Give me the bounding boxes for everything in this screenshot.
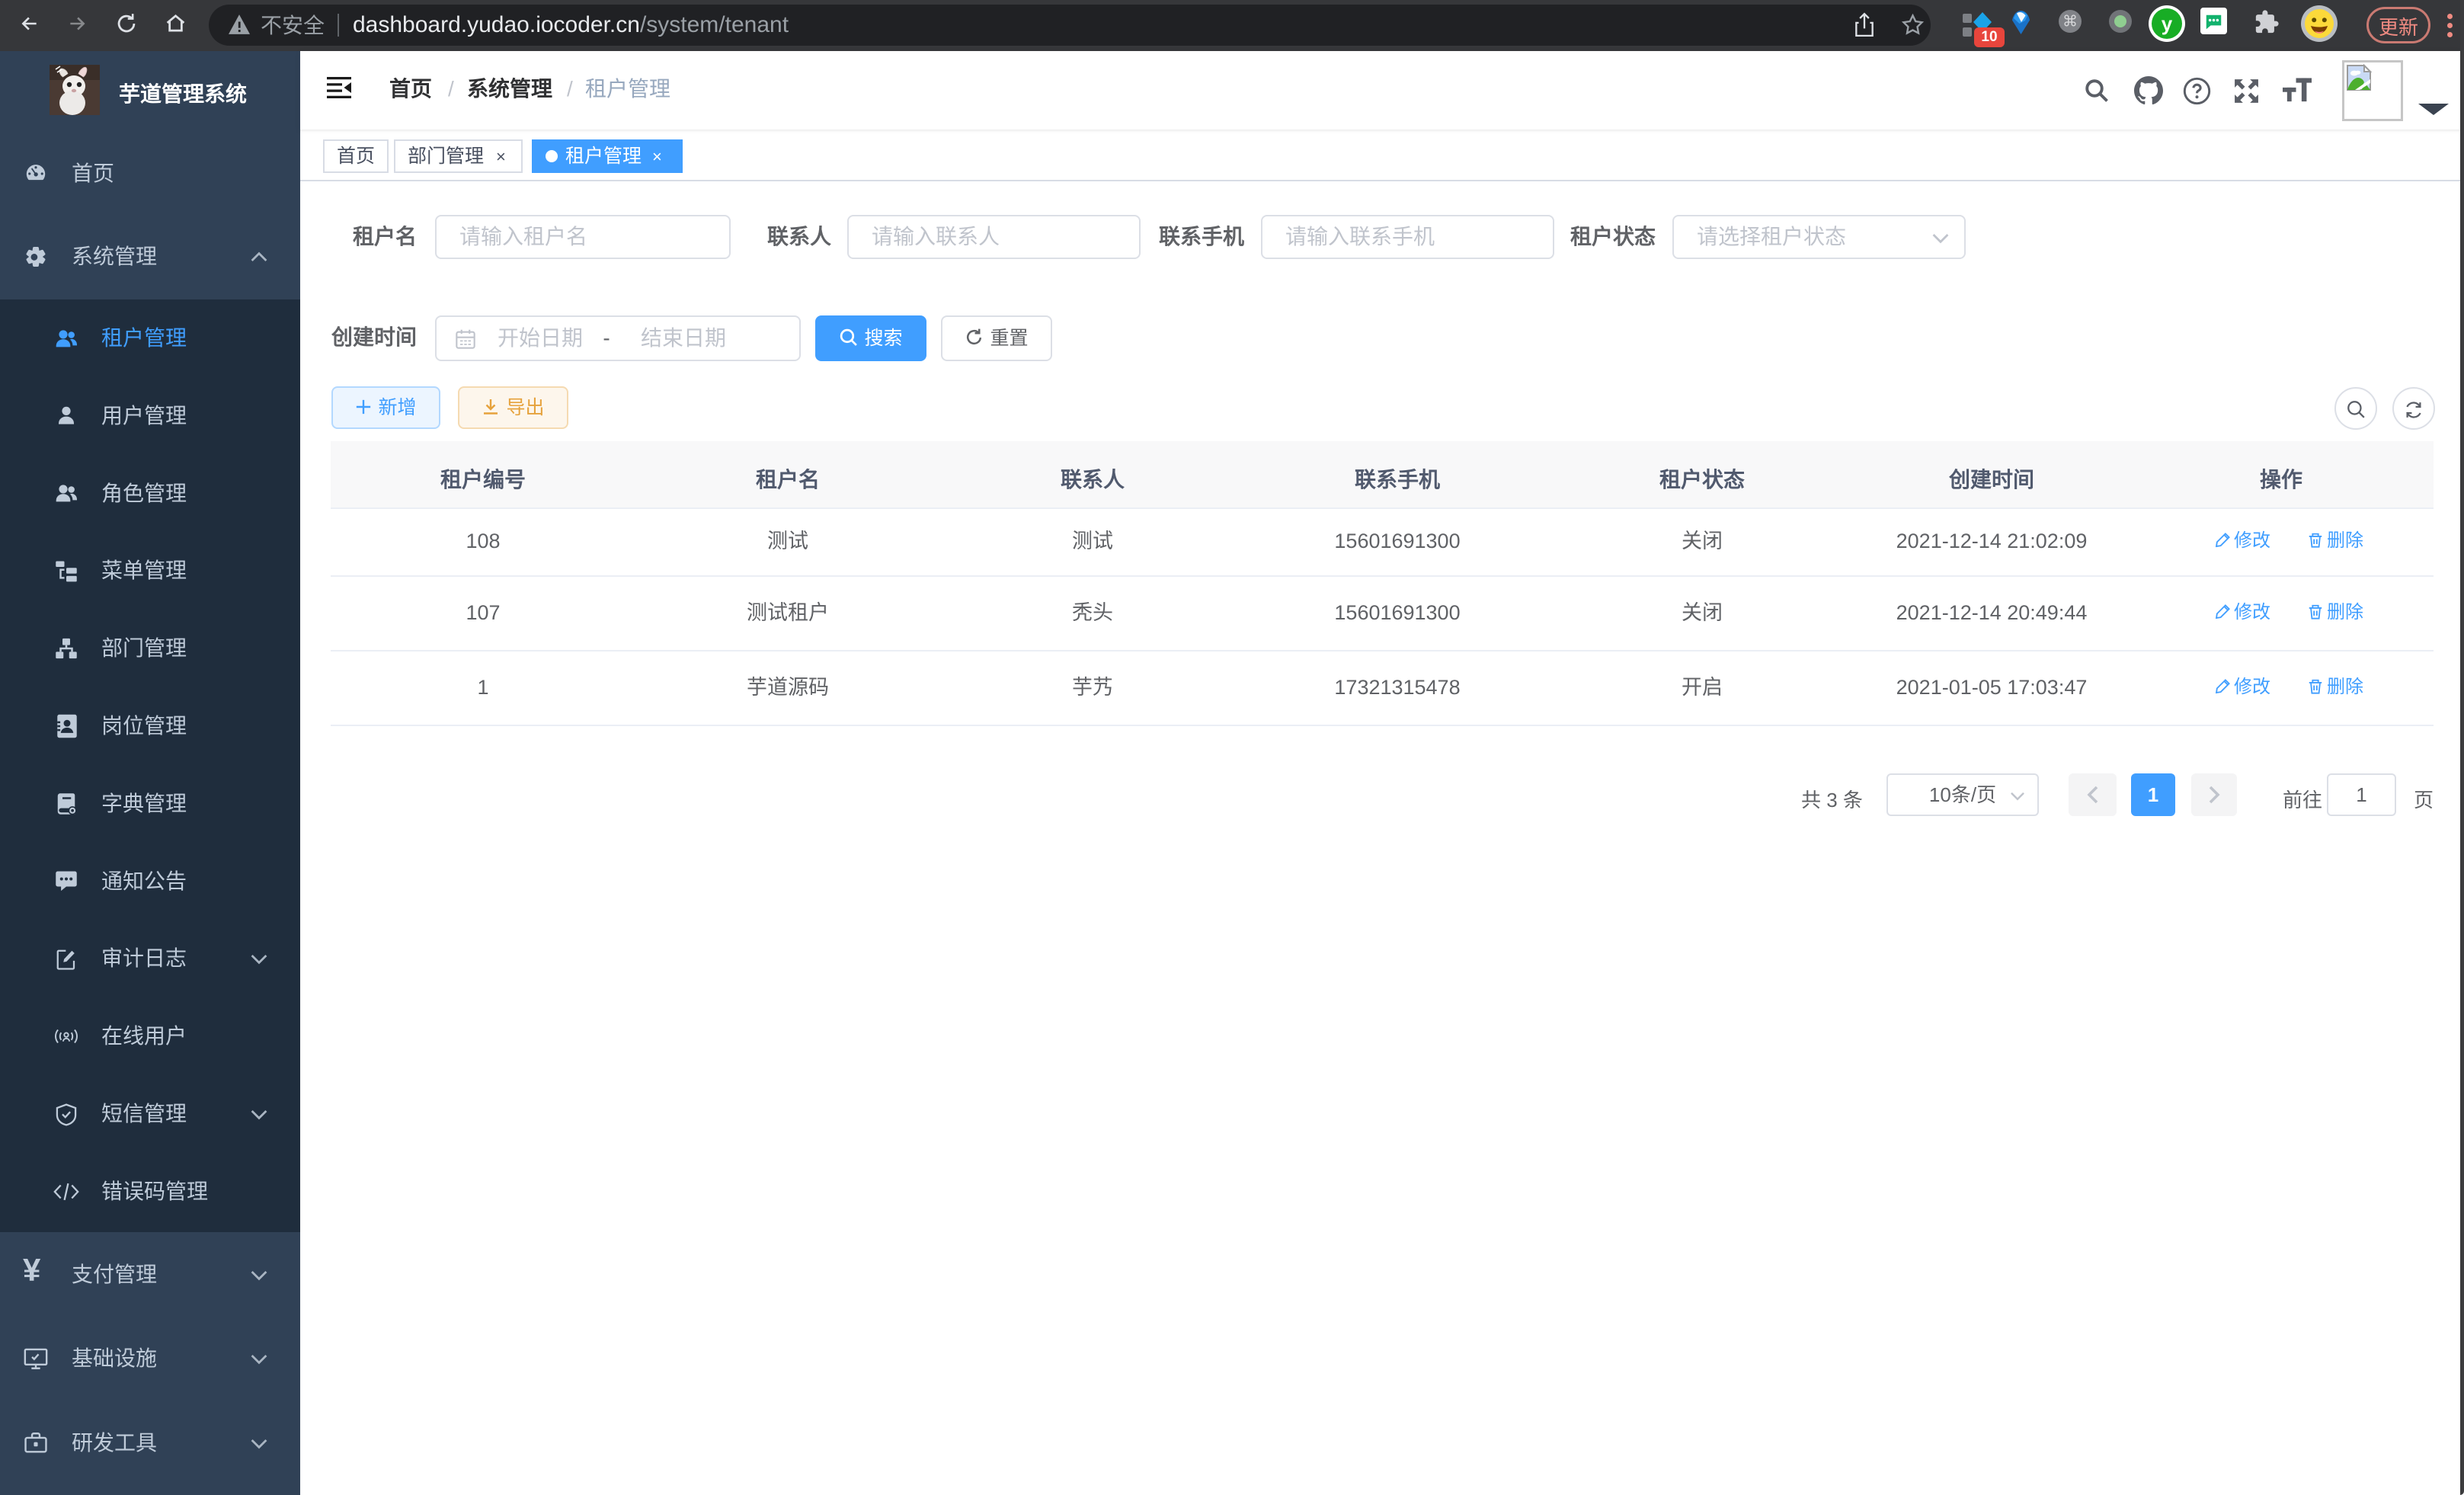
- svg-text:y: y: [2162, 12, 2173, 35]
- svg-text:⌘: ⌘: [2062, 14, 2078, 30]
